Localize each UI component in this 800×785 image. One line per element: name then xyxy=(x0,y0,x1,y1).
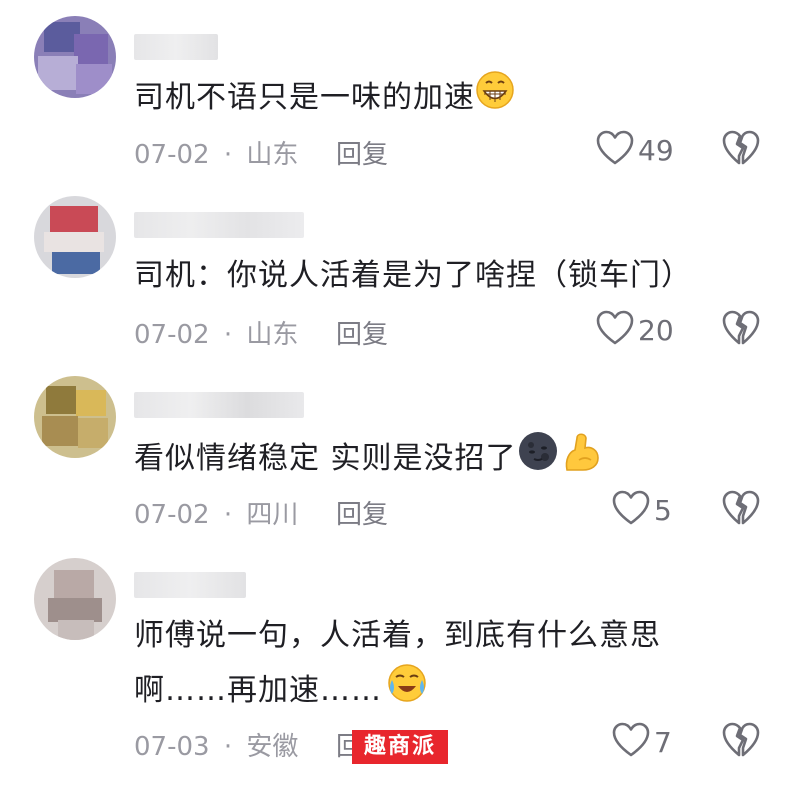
broken-heart-icon xyxy=(722,310,760,350)
comment-location: 安徽 xyxy=(246,732,299,762)
like-button[interactable]: 5 xyxy=(612,490,672,530)
heart-icon xyxy=(596,310,634,350)
dislike-button[interactable] xyxy=(722,130,760,170)
reply-button[interactable]: 回复 xyxy=(336,494,388,531)
like-button[interactable]: 20 xyxy=(596,310,674,350)
heart-icon xyxy=(596,130,634,170)
comment-location: 山东 xyxy=(246,140,299,170)
comment-text: 司机：你说人活着是为了啥捏（锁车门） xyxy=(134,258,692,293)
comment-text-line: 啊……再加速…… xyxy=(134,662,661,721)
broken-heart-icon xyxy=(722,722,760,762)
username[interactable] xyxy=(134,392,304,418)
grinning-face-icon xyxy=(475,70,515,127)
like-count: 5 xyxy=(654,493,672,527)
reply-button[interactable]: 回复 xyxy=(336,134,388,171)
heart-icon xyxy=(612,722,650,762)
dislike-button[interactable] xyxy=(722,310,760,350)
reply-button[interactable]: 回复 xyxy=(336,314,388,351)
meta-separator: · xyxy=(223,732,233,762)
flexed-biceps-icon xyxy=(561,430,601,489)
like-button[interactable]: 49 xyxy=(596,130,674,170)
comment-text: 师傅说一句，人活着，到底有什么意思 啊……再加速…… xyxy=(134,610,661,721)
comment-date: 07-03 xyxy=(134,732,210,762)
heart-icon xyxy=(612,490,650,530)
avatar[interactable] xyxy=(34,196,116,278)
broken-heart-icon xyxy=(722,130,760,170)
comment-meta: 07-02 · 山东 xyxy=(134,134,298,171)
comment-date: 07-02 xyxy=(134,500,210,530)
meta-separator: · xyxy=(223,500,233,530)
meta-separator: · xyxy=(223,320,233,350)
avatar[interactable] xyxy=(34,376,116,458)
comment-meta: 07-02 · 山东 xyxy=(134,314,298,351)
avatar[interactable] xyxy=(34,558,116,640)
watermark-logo: 趣商派 xyxy=(352,730,448,764)
username[interactable] xyxy=(134,34,218,60)
crying-face-icon xyxy=(386,662,428,721)
like-count: 7 xyxy=(654,725,672,759)
comment-meta: 07-02 · 四川 xyxy=(134,494,298,531)
comment-date: 07-02 xyxy=(134,320,210,350)
comment-date: 07-02 xyxy=(134,140,210,170)
like-count: 20 xyxy=(638,313,674,347)
like-button[interactable]: 7 xyxy=(612,722,672,762)
dislike-button[interactable] xyxy=(722,722,760,762)
new-moon-face-icon xyxy=(517,430,559,489)
username[interactable] xyxy=(134,212,304,238)
dislike-button[interactable] xyxy=(722,490,760,530)
like-count: 49 xyxy=(638,133,674,167)
comment-text: 看似情绪稳定 实则是没招了 xyxy=(134,430,601,489)
avatar[interactable] xyxy=(34,16,116,98)
comment-text: 司机不语只是一味的加速 xyxy=(134,70,515,127)
comment-text-line: 师傅说一句，人活着，到底有什么意思 xyxy=(134,618,661,653)
comment-meta: 07-03 · 安徽 xyxy=(134,726,298,763)
comment-list: 司机不语只是一味的加速 07-02 · 山东 回复 49 司机：你说人活着是为了… xyxy=(0,0,800,785)
comment-location: 四川 xyxy=(246,500,299,530)
broken-heart-icon xyxy=(722,490,760,530)
username[interactable] xyxy=(134,572,246,598)
meta-separator: · xyxy=(223,140,233,170)
comment-location: 山东 xyxy=(246,320,299,350)
